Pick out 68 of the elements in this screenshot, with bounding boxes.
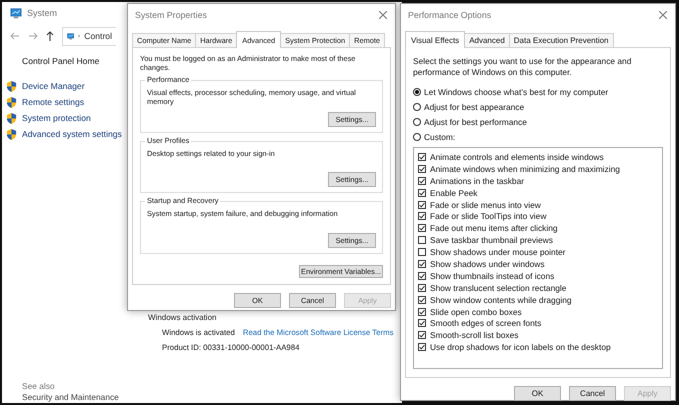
checkbox-label[interactable]: Animations in the taskbar bbox=[430, 176, 524, 186]
window-title: System bbox=[27, 8, 58, 18]
checkbox-label[interactable]: Use drop shadows for icon labels on the desktop bbox=[430, 342, 611, 352]
checkbox[interactable] bbox=[418, 152, 426, 161]
control-panel-home-link[interactable]: Control Panel Home bbox=[22, 56, 100, 66]
checkbox-label[interactable]: Slide open combo boxes bbox=[430, 306, 522, 317]
checkbox[interactable] bbox=[418, 331, 426, 340]
tab[interactable]: Data Execution Prevention bbox=[508, 33, 614, 47]
tab[interactable]: Advanced bbox=[464, 33, 510, 47]
checkbox[interactable] bbox=[418, 212, 426, 220]
radio-button[interactable] bbox=[413, 88, 421, 96]
up-icon[interactable] bbox=[46, 31, 54, 41]
checkbox[interactable] bbox=[418, 284, 426, 292]
checkbox[interactable] bbox=[418, 296, 426, 304]
checkbox-label[interactable]: Smooth edges of screen fonts bbox=[430, 318, 542, 328]
dialog-button[interactable]: Cancel bbox=[569, 386, 616, 401]
checkbox-label[interactable]: Save taskbar thumbnail previews bbox=[430, 235, 553, 246]
intro-text: Select the settings you want to use for the appearance and performance of Windows on this computer. bbox=[413, 56, 632, 78]
checkbox-label[interactable]: Show thumbnails instead of icons bbox=[430, 270, 554, 281]
sidebar-link[interactable]: Advanced system settings bbox=[22, 129, 122, 139]
checkbox-label[interactable]: Fade out menu items after clicking bbox=[430, 223, 558, 234]
checkbox[interactable] bbox=[418, 224, 426, 232]
close-icon[interactable] bbox=[659, 11, 667, 19]
radio-label[interactable]: Adjust for best performance bbox=[424, 116, 527, 126]
see-also-heading: See also bbox=[22, 381, 55, 391]
checkbox[interactable] bbox=[418, 319, 426, 328]
shield-icon bbox=[6, 80, 17, 92]
dialog-button[interactable]: OK bbox=[514, 386, 561, 401]
sidebar-link[interactable]: System protection bbox=[22, 113, 91, 123]
computer-icon bbox=[10, 8, 22, 18]
checkbox[interactable] bbox=[418, 188, 426, 197]
checkbox-label[interactable]: Enable Peek bbox=[430, 188, 478, 198]
address-bar[interactable]: Control bbox=[62, 26, 116, 46]
section-heading: Windows activation bbox=[148, 313, 218, 322]
radio-button[interactable] bbox=[413, 132, 421, 140]
checkbox[interactable] bbox=[418, 308, 426, 316]
checkbox-label[interactable]: Fade or slide ToolTips into view bbox=[430, 211, 546, 222]
sidebar-link[interactable]: Device Manager bbox=[22, 81, 85, 91]
checkbox[interactable] bbox=[418, 200, 426, 208]
dialog-title: Performance Options bbox=[408, 10, 492, 20]
radio-button[interactable] bbox=[413, 118, 421, 126]
checkbox-label[interactable]: Fade or slide menus into view bbox=[430, 200, 541, 210]
checkbox-label[interactable]: Show translucent selection rectangle bbox=[430, 282, 566, 293]
dialog-title: System Properties bbox=[135, 10, 207, 20]
shield-icon bbox=[6, 112, 17, 124]
checkbox[interactable] bbox=[418, 343, 426, 352]
checkbox-label[interactable]: Show shadows under windows bbox=[430, 258, 545, 269]
checkbox[interactable] bbox=[418, 236, 426, 244]
radio-label[interactable]: Adjust for best appearance bbox=[424, 102, 524, 112]
shield-icon bbox=[6, 96, 17, 108]
checkbox[interactable] bbox=[418, 260, 426, 268]
checkbox-label[interactable]: Animate windows when minimizing and maximizing bbox=[430, 164, 620, 174]
radio-label[interactable]: Custom: bbox=[424, 132, 456, 142]
checkbox-label[interactable]: Smooth-scroll list boxes bbox=[430, 330, 518, 340]
tab[interactable]: Visual Effects bbox=[405, 31, 466, 48]
shield-icon bbox=[6, 128, 17, 140]
sidebar-link[interactable]: Security and Maintenance bbox=[22, 392, 119, 402]
checkbox-label[interactable]: Show shadows under mouse pointer bbox=[430, 247, 566, 258]
checkbox[interactable] bbox=[418, 164, 426, 173]
checkbox[interactable] bbox=[418, 272, 426, 280]
sidebar-link[interactable]: Remote settings bbox=[22, 97, 84, 107]
close-icon[interactable] bbox=[379, 11, 387, 19]
checkbox-label[interactable]: Show window contents while dragging bbox=[430, 294, 572, 305]
radio-button[interactable] bbox=[413, 102, 421, 110]
checkbox-label[interactable]: Animate controls and elements inside windows bbox=[430, 152, 604, 162]
checkbox[interactable] bbox=[418, 176, 426, 185]
radio-label[interactable]: Let Windows choose what’s best for my computer bbox=[424, 86, 608, 96]
checkbox[interactable] bbox=[418, 248, 426, 256]
